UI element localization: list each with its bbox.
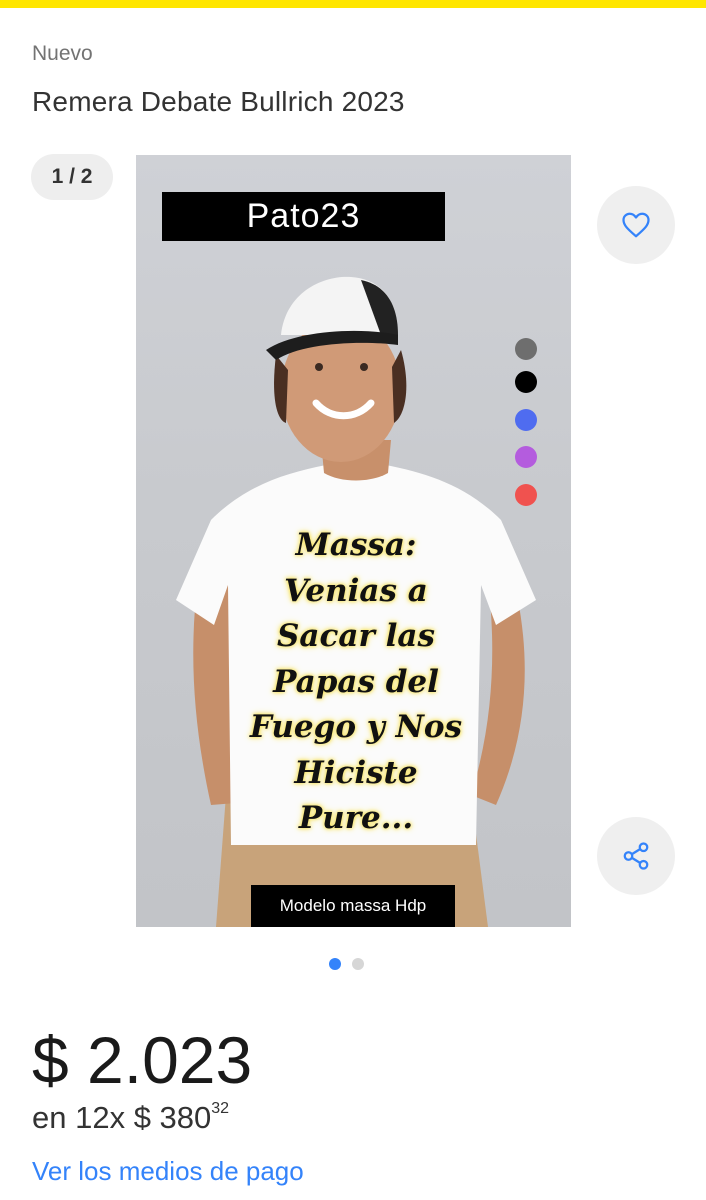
price: $ 2.023 bbox=[32, 1023, 253, 1097]
shirt-text-line: Venias a bbox=[284, 572, 428, 609]
share-button[interactable] bbox=[597, 817, 675, 895]
payment-methods-link[interactable]: Ver los medios de pago bbox=[32, 1156, 304, 1187]
heart-icon bbox=[622, 212, 650, 238]
color-swatch-gray[interactable] bbox=[515, 338, 537, 360]
pagination-dot[interactable] bbox=[352, 958, 364, 970]
brand-label: Pato23 bbox=[162, 192, 445, 241]
model-label: Modelo massa Hdp bbox=[251, 885, 455, 927]
top-accent-bar bbox=[0, 0, 706, 8]
installments-amount: en 12x $ 380 bbox=[32, 1100, 212, 1135]
installments: en 12x $ 38032 bbox=[32, 1100, 229, 1136]
gallery-pagination bbox=[329, 958, 364, 970]
share-icon bbox=[623, 842, 649, 870]
shirt-text-line: Massa: bbox=[295, 527, 417, 563]
shirt-text-line: Sacar las bbox=[277, 618, 435, 654]
color-swatch-black[interactable] bbox=[515, 371, 537, 393]
product-image[interactable]: Pato23 Massa: Venias a Sacar las Papas d… bbox=[136, 155, 571, 927]
pagination-dot-active[interactable] bbox=[329, 958, 341, 970]
installments-cents: 32 bbox=[211, 1099, 230, 1117]
shirt-text-line: Pure... bbox=[298, 800, 414, 836]
color-swatch-blue[interactable] bbox=[515, 409, 537, 431]
shirt-text-line: Papas del bbox=[273, 663, 439, 700]
shirt-text-line: Fuego y Nos bbox=[249, 709, 463, 745]
shirt-print-text: Massa: Venias a Sacar las Papas del Fueg… bbox=[236, 523, 476, 842]
color-swatch-red[interactable] bbox=[515, 484, 537, 506]
favorite-button[interactable] bbox=[597, 186, 675, 264]
color-swatch-purple[interactable] bbox=[515, 446, 537, 468]
product-condition: Nuevo bbox=[32, 42, 93, 65]
shirt-text-line: Hiciste bbox=[294, 754, 418, 791]
gallery-counter: 1 / 2 bbox=[31, 154, 113, 200]
product-title: Remera Debate Bullrich 2023 bbox=[32, 86, 405, 117]
